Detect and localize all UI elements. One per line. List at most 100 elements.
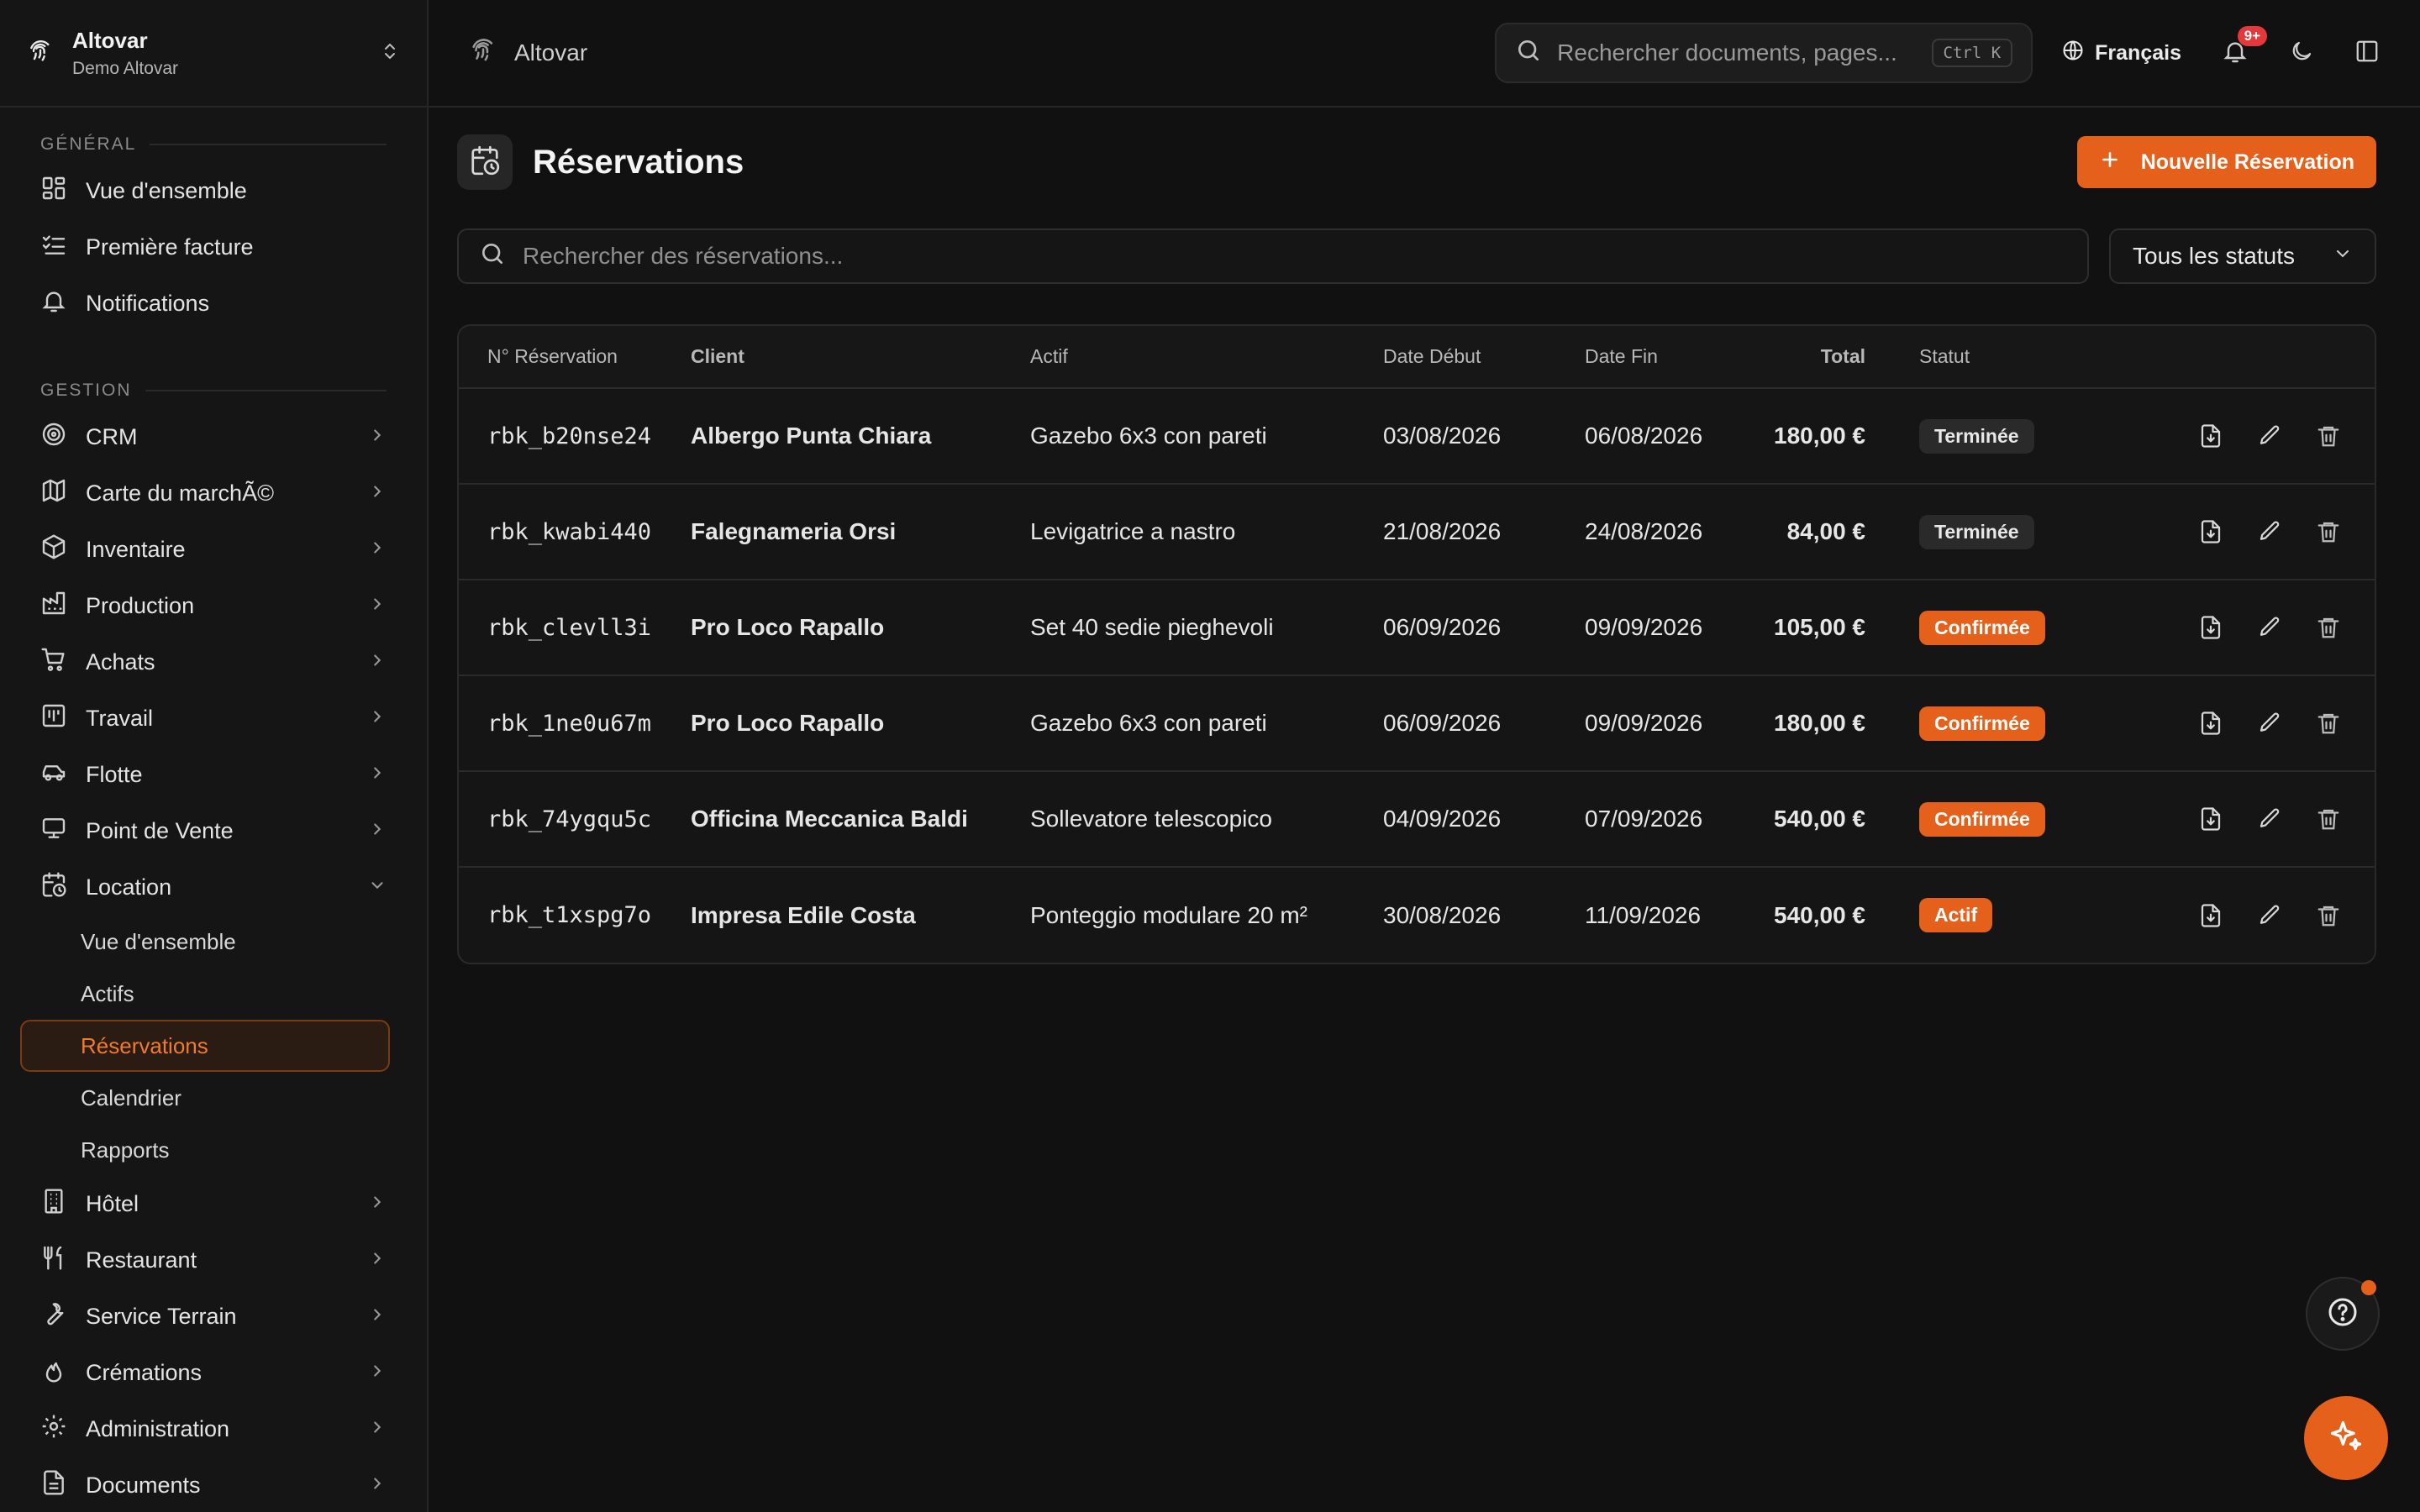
sidebar-item-restaurant[interactable]: Restaurant [0,1232,427,1289]
delete-icon[interactable] [2316,519,2341,544]
edit-icon[interactable] [2257,615,2282,640]
download-pdf-icon[interactable] [2198,903,2223,928]
client-name: Officina Meccanica Baldi [691,771,1030,868]
edit-icon[interactable] [2257,711,2282,736]
sidebar-item-first-invoice[interactable]: Première facture [0,219,427,276]
sidebar-subitem-reports[interactable]: Rapports [20,1124,390,1176]
help-circle-icon [2326,1295,2360,1333]
chevron-right-icon [368,424,387,450]
help-button[interactable] [2306,1277,2380,1351]
fingerprint-icon [469,36,497,71]
table-row[interactable]: rbk_b20nse24 Albergo Punta Chiara Gazebo 6… [459,388,2375,485]
download-pdf-icon[interactable] [2198,519,2223,544]
checklist-icon [40,231,67,264]
sidebar-item-documents[interactable]: Documents [0,1457,427,1512]
sidebar-item-inventory[interactable]: Inventaire [0,522,427,578]
reservation-id: rbk_1ne0u67m [459,675,691,772]
start-date: 21/08/2026 [1383,484,1585,580]
theme-toggle[interactable] [2289,39,2314,68]
global-search[interactable]: Rechercher documents, pages... Ctrl K [1495,23,2033,83]
delete-icon[interactable] [2316,903,2341,928]
header-start[interactable]: Date Début [1383,326,1585,389]
row-actions [2075,484,2375,580]
download-pdf-icon[interactable] [2198,711,2223,736]
status-cell: Confirmée [1865,771,2075,868]
asset-name: Gazebo 6x3 con pareti [1030,675,1383,772]
topbar: Altovar Rechercher documents, pages... C… [429,0,2420,108]
header-id[interactable]: N° Réservation [459,326,691,389]
header-end[interactable]: Date Fin [1585,326,1771,389]
sidebar-subitem-assets[interactable]: Actifs [20,968,390,1020]
sidebar-item-field-service[interactable]: Service Terrain [0,1289,427,1345]
language-switcher[interactable]: Français [2061,39,2181,68]
status-cell: Actif [1865,867,2075,963]
sidebar-item-label: Notifications [86,291,210,316]
asset-name: Set 40 sedie pieghevoli [1030,580,1383,676]
delete-icon[interactable] [2316,615,2341,640]
new-reservation-button[interactable]: Nouvelle Réservation [2076,136,2376,188]
chevron-right-icon [368,649,387,675]
download-pdf-icon[interactable] [2198,806,2223,832]
sidebar-item-overview[interactable]: Vue d'ensemble [0,163,427,219]
delete-icon[interactable] [2316,806,2341,832]
sidebar-item-fleet[interactable]: Flotte [0,747,427,803]
reservation-search-input[interactable]: Rechercher des réservations... [457,228,2089,284]
header-total[interactable]: Total [1771,326,1865,389]
status-filter-select[interactable]: Tous les statuts [2109,228,2376,284]
utensils-icon [40,1244,67,1277]
sidebar-item-work[interactable]: Travail [0,690,427,747]
global-search-placeholder: Rechercher documents, pages... [1557,39,1897,66]
chevron-right-icon [368,762,387,788]
delete-icon[interactable] [2316,423,2341,449]
edit-icon[interactable] [2257,519,2282,544]
sidebar-subitem-overview[interactable]: Vue d'ensemble [20,916,390,968]
reservations-table: N° Réservation Client Actif Date Début D… [459,326,2375,963]
table-row[interactable]: rbk_clevll3i Pro Loco Rapallo Set 40 sedie… [459,580,2375,676]
sidebar-item-location[interactable]: Location [0,859,427,916]
header-client[interactable]: Client [691,326,1030,389]
panel-toggle[interactable] [2354,39,2380,68]
sidebar-item-market-map[interactable]: Carte du marchÃ© [0,465,427,522]
sidebar-item-label: Hôtel [86,1191,139,1216]
edit-icon[interactable] [2257,903,2282,928]
filters-bar: Rechercher des réservations... Tous les … [457,228,2376,284]
table-row[interactable]: rbk_kwabi440 Falegnameria Orsi Levigatrice… [459,484,2375,580]
sidebar-item-label: Première facture [86,234,254,260]
table-row[interactable]: rbk_74ygqu5c Officina Meccanica Baldi Soll… [459,771,2375,868]
status-badge: Terminée [1919,514,2034,549]
sidebar-panel-icon [2354,39,2380,68]
sidebar-item-production[interactable]: Production [0,578,427,634]
chevrons-up-down-icon [380,41,400,66]
search-icon [1515,37,1542,70]
asset-name: Ponteggio modulare 20 m² [1030,901,1307,928]
sidebar-item-crm[interactable]: CRM [0,409,427,465]
sidebar-item-administration[interactable]: Administration [0,1401,427,1457]
download-pdf-icon[interactable] [2198,423,2223,449]
sidebar-item-point-of-sale[interactable]: Point de Vente [0,803,427,859]
header-asset[interactable]: Actif [1030,326,1383,389]
header-status[interactable]: Statut [1865,326,2075,389]
breadcrumb-root[interactable]: Altovar [514,39,587,66]
table-row[interactable]: rbk_t1xspg7o Impresa Edile Costa Ponteggio… [459,867,2375,963]
start-date: 06/09/2026 [1383,580,1585,676]
edit-icon[interactable] [2257,806,2282,832]
wrench-icon [40,1300,67,1333]
sidebar-item-purchases[interactable]: Achats [0,634,427,690]
sidebar-subitem-reservations[interactable]: Réservations [20,1020,390,1072]
kanban-icon [40,702,67,735]
workspace-switcher[interactable]: Altovar Demo Altovar [0,0,427,108]
sidebar-item-notifications[interactable]: Notifications [0,276,427,332]
notifications-button[interactable]: 9+ [2222,25,2267,69]
table-row[interactable]: rbk_1ne0u67m Pro Loco Rapallo Gazebo 6x3 c… [459,675,2375,772]
chevron-right-icon [368,1416,387,1442]
reservations-table-card: N° Réservation Client Actif Date Début D… [457,324,2376,964]
sidebar-item-cremations[interactable]: Crémations [0,1345,427,1401]
ai-assistant-button[interactable] [2304,1396,2388,1480]
download-pdf-icon[interactable] [2198,615,2223,640]
edit-icon[interactable] [2257,423,2282,449]
sidebar-subitem-calendar[interactable]: Calendrier [20,1072,390,1124]
delete-icon[interactable] [2316,711,2341,736]
sidebar-item-hotel[interactable]: Hôtel [0,1176,427,1232]
sparkles-icon [2328,1418,2365,1459]
fingerprint-icon [27,38,54,69]
